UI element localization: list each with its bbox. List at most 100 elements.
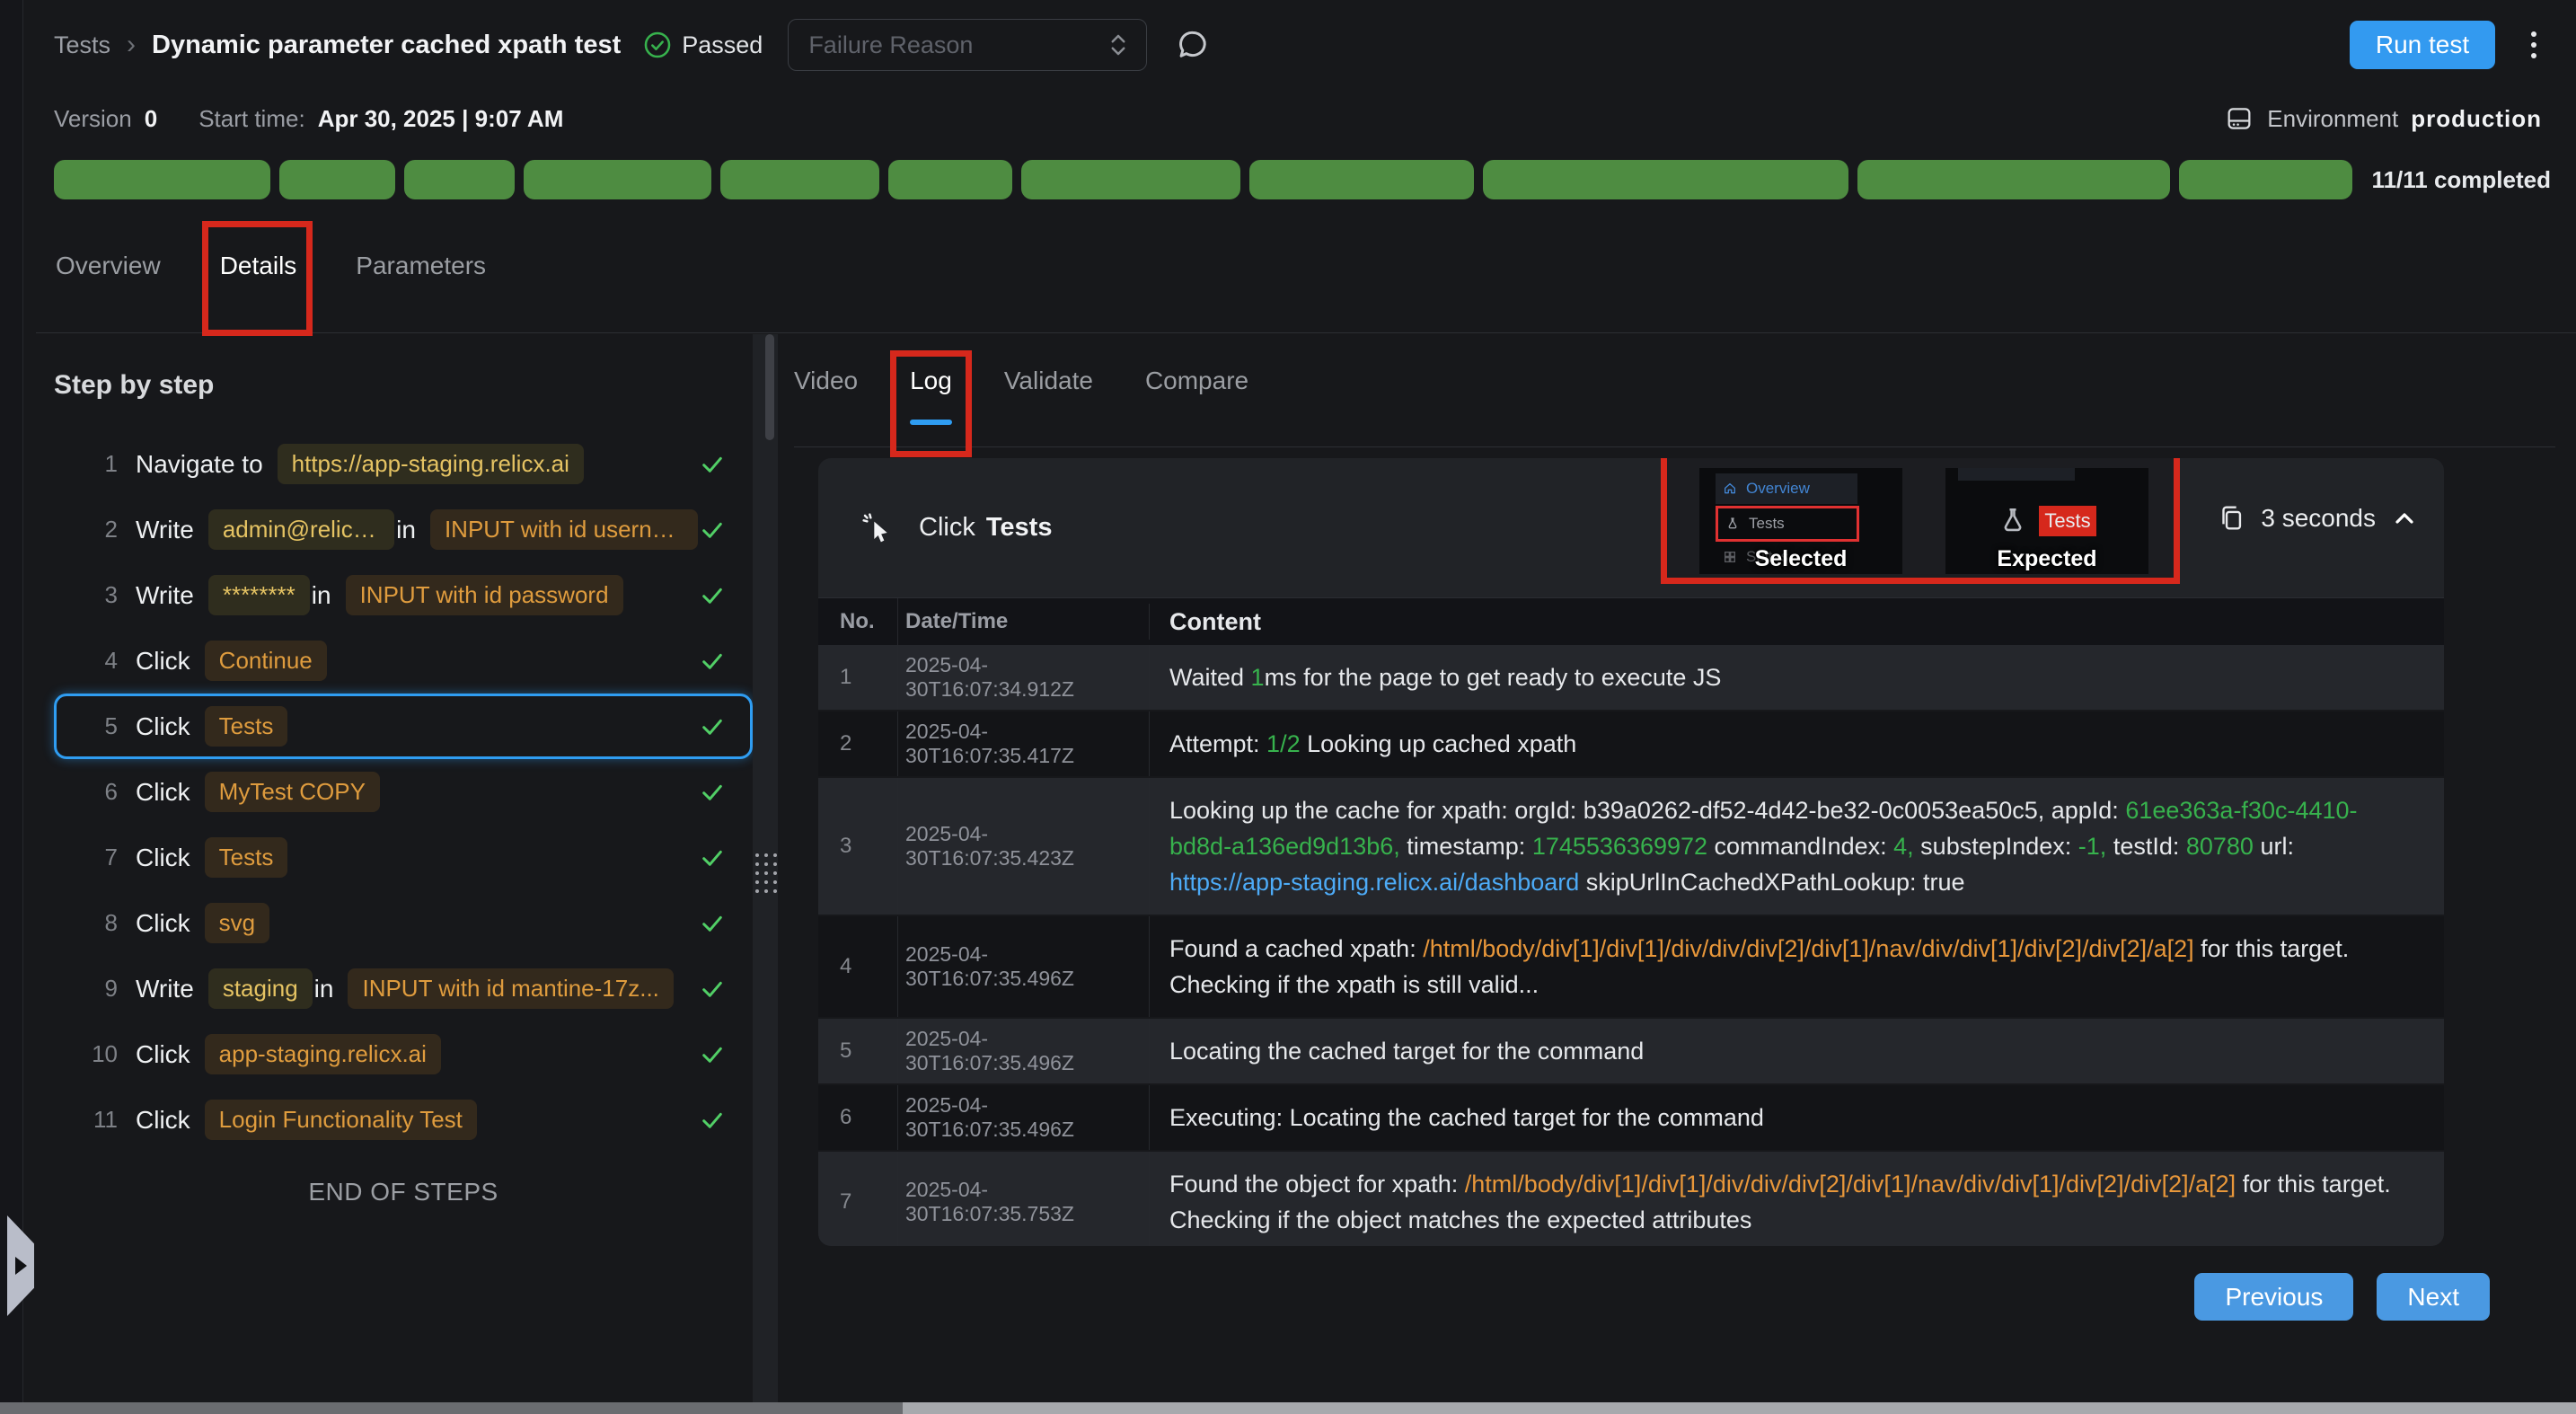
step-passed-check-icon bbox=[698, 1040, 727, 1069]
progress-segment-11[interactable] bbox=[2179, 160, 2351, 199]
collapse-chevron-up-icon[interactable] bbox=[2390, 504, 2419, 533]
progress-segment-3[interactable] bbox=[404, 160, 514, 199]
run-info-bar: Version 0 Start time: Apr 30, 2025 | 9:0… bbox=[23, 90, 2576, 147]
tab-video[interactable]: Video bbox=[794, 359, 858, 446]
log-table: No.Date/TimeContent12025-04-30T16:07:34.… bbox=[818, 597, 2444, 1246]
log-row-1: 12025-04-30T16:07:34.912ZWaited 1ms for … bbox=[818, 645, 2444, 711]
log-text: testId: bbox=[2106, 833, 2186, 860]
step-row-1[interactable]: 1Navigate tohttps://app-staging.relicx.a… bbox=[54, 431, 753, 497]
expected-screenshot-thumbnail[interactable]: Tests Expected bbox=[1945, 468, 2148, 574]
step-passed-check-icon bbox=[698, 516, 727, 544]
log-row-number: 3 bbox=[818, 778, 897, 915]
progress-completed-label: 11/11 completed bbox=[2372, 166, 2551, 194]
step-row-6[interactable]: 6ClickMyTest COPY bbox=[54, 759, 753, 825]
log-xpath: /html/body/div[1]/div[1]/div/div/div[2]/… bbox=[1465, 1171, 2236, 1197]
cursor-click-icon bbox=[860, 510, 895, 546]
step-action: Click bbox=[136, 844, 190, 872]
log-header: Click Tests Overview Test bbox=[818, 458, 2444, 597]
progress-segment-1[interactable] bbox=[54, 160, 270, 199]
flask-icon bbox=[1998, 506, 2028, 536]
tab-details[interactable]: Details bbox=[220, 228, 297, 332]
step-number: 5 bbox=[80, 712, 118, 740]
start-time-label: Start time: bbox=[198, 105, 304, 133]
step-row-9[interactable]: 9WritestaginginINPUT with id mantine-17z… bbox=[54, 956, 753, 1021]
step-row-10[interactable]: 10Clickapp-staging.relicx.ai bbox=[54, 1021, 753, 1087]
step-row-11[interactable]: 11ClickLogin Functionality Test bbox=[54, 1087, 753, 1153]
next-button[interactable]: Next bbox=[2377, 1273, 2490, 1321]
panel-resize-scrollbar[interactable] bbox=[753, 334, 778, 1414]
active-tab-underline bbox=[910, 420, 952, 425]
step-row-2[interactable]: 2Writeadmin@relicx.aiinINPUT with id use… bbox=[54, 497, 753, 562]
log-step-target: Tests bbox=[986, 513, 1053, 543]
log-row-4: 42025-04-30T16:07:35.496ZFound a cached … bbox=[818, 916, 2444, 1019]
step-action: Write bbox=[136, 975, 194, 1003]
log-link[interactable]: https://app-staging.relicx.ai/dashboard bbox=[1169, 869, 1579, 896]
log-row-content: Found a cached xpath: /html/body/div[1]/… bbox=[1149, 916, 2444, 1017]
step-number: 10 bbox=[80, 1040, 118, 1068]
log-row-timestamp: 2025-04-30T16:07:34.912Z bbox=[897, 645, 1149, 710]
comment-bubble-icon[interactable] bbox=[1174, 26, 1212, 64]
progress-segment-8[interactable] bbox=[1249, 160, 1474, 199]
steps-scrollbar-thumb[interactable] bbox=[765, 334, 774, 440]
status-badge: Passed bbox=[642, 30, 763, 60]
failure-reason-select[interactable]: Failure Reason bbox=[788, 19, 1147, 71]
tab-parameters[interactable]: Parameters bbox=[356, 228, 486, 332]
progress-segment-4[interactable] bbox=[524, 160, 712, 199]
log-text: timestamp: bbox=[1400, 833, 1532, 860]
progress-segment-2[interactable] bbox=[279, 160, 396, 199]
horizontal-scrollbar-thumb[interactable] bbox=[0, 1402, 903, 1414]
step-action: Click bbox=[136, 909, 190, 938]
breadcrumb-tests[interactable]: Tests bbox=[54, 31, 110, 59]
tab-label: Compare bbox=[1145, 367, 1248, 394]
step-row-4[interactable]: 4ClickContinue bbox=[54, 628, 753, 694]
progress-segment-5[interactable] bbox=[720, 160, 878, 199]
step-passed-check-icon bbox=[698, 1106, 727, 1135]
progress-segment-9[interactable] bbox=[1483, 160, 1848, 199]
selected-label: Selected bbox=[1699, 546, 1902, 572]
step-row-5[interactable]: 5ClickTests bbox=[54, 694, 753, 759]
more-options-kebab-icon[interactable] bbox=[2526, 26, 2542, 64]
copy-icon[interactable] bbox=[2216, 503, 2246, 534]
top-bar: Tests › Dynamic parameter cached xpath t… bbox=[23, 0, 2576, 90]
previous-button[interactable]: Previous bbox=[2194, 1273, 2353, 1321]
log-text: 80780 bbox=[2186, 833, 2254, 860]
step-connector: in bbox=[312, 581, 331, 610]
progress-segment-7[interactable] bbox=[1021, 160, 1240, 199]
tab-label: Validate bbox=[1004, 367, 1093, 394]
run-test-button[interactable]: Run test bbox=[2350, 21, 2495, 69]
tab-overview[interactable]: Overview bbox=[56, 228, 161, 332]
status-text: Passed bbox=[682, 31, 763, 59]
step-action: Click bbox=[136, 778, 190, 807]
log-row-number: 6 bbox=[818, 1085, 897, 1150]
steps-panel: Step by step 1Navigate tohttps://app-sta… bbox=[23, 334, 753, 1414]
tab-log[interactable]: Log bbox=[910, 359, 952, 446]
page-tabs: Overview Details Parameters bbox=[36, 228, 2576, 333]
log-row-content: Locating the cached target for the comma… bbox=[1149, 1019, 2444, 1083]
step-target-chip: svg bbox=[205, 903, 269, 943]
step-target-chip: INPUT with id password bbox=[346, 575, 623, 615]
expected-label: Expected bbox=[1945, 546, 2148, 572]
step-number: 11 bbox=[80, 1106, 118, 1134]
failure-reason-placeholder: Failure Reason bbox=[808, 31, 1107, 59]
step-target-chip: Tests bbox=[205, 706, 288, 747]
end-of-steps-label: END OF STEPS bbox=[54, 1178, 753, 1206]
selected-screenshot-thumbnail[interactable]: Overview Tests Suites bbox=[1699, 468, 1902, 574]
step-action: Click bbox=[136, 1040, 190, 1069]
log-row-5: 52025-04-30T16:07:35.496ZLocating the ca… bbox=[818, 1019, 2444, 1085]
step-action: Navigate to bbox=[136, 450, 263, 479]
environment-drive-icon bbox=[2224, 103, 2254, 134]
step-row-8[interactable]: 8Clicksvg bbox=[54, 890, 753, 956]
step-row-3[interactable]: 3Write********inINPUT with id password bbox=[54, 562, 753, 628]
progress-segment-10[interactable] bbox=[1857, 160, 2170, 199]
log-text: skipUrlInCachedXPathLookup: true bbox=[1579, 869, 1964, 896]
log-row-timestamp: 2025-04-30T16:07:35.753Z bbox=[897, 1152, 1149, 1246]
horizontal-scrollbar[interactable] bbox=[0, 1402, 2576, 1414]
log-row-content: Waited 1ms for the page to get ready to … bbox=[1149, 645, 2444, 710]
tab-validate[interactable]: Validate bbox=[1004, 359, 1093, 446]
progress-segment-6[interactable] bbox=[888, 160, 1013, 199]
tab-compare[interactable]: Compare bbox=[1145, 359, 1248, 446]
log-text: Attempt: bbox=[1169, 730, 1266, 757]
step-row-7[interactable]: 7ClickTests bbox=[54, 825, 753, 890]
step-passed-check-icon bbox=[698, 844, 727, 872]
resize-handle-dots-icon[interactable] bbox=[755, 853, 777, 893]
